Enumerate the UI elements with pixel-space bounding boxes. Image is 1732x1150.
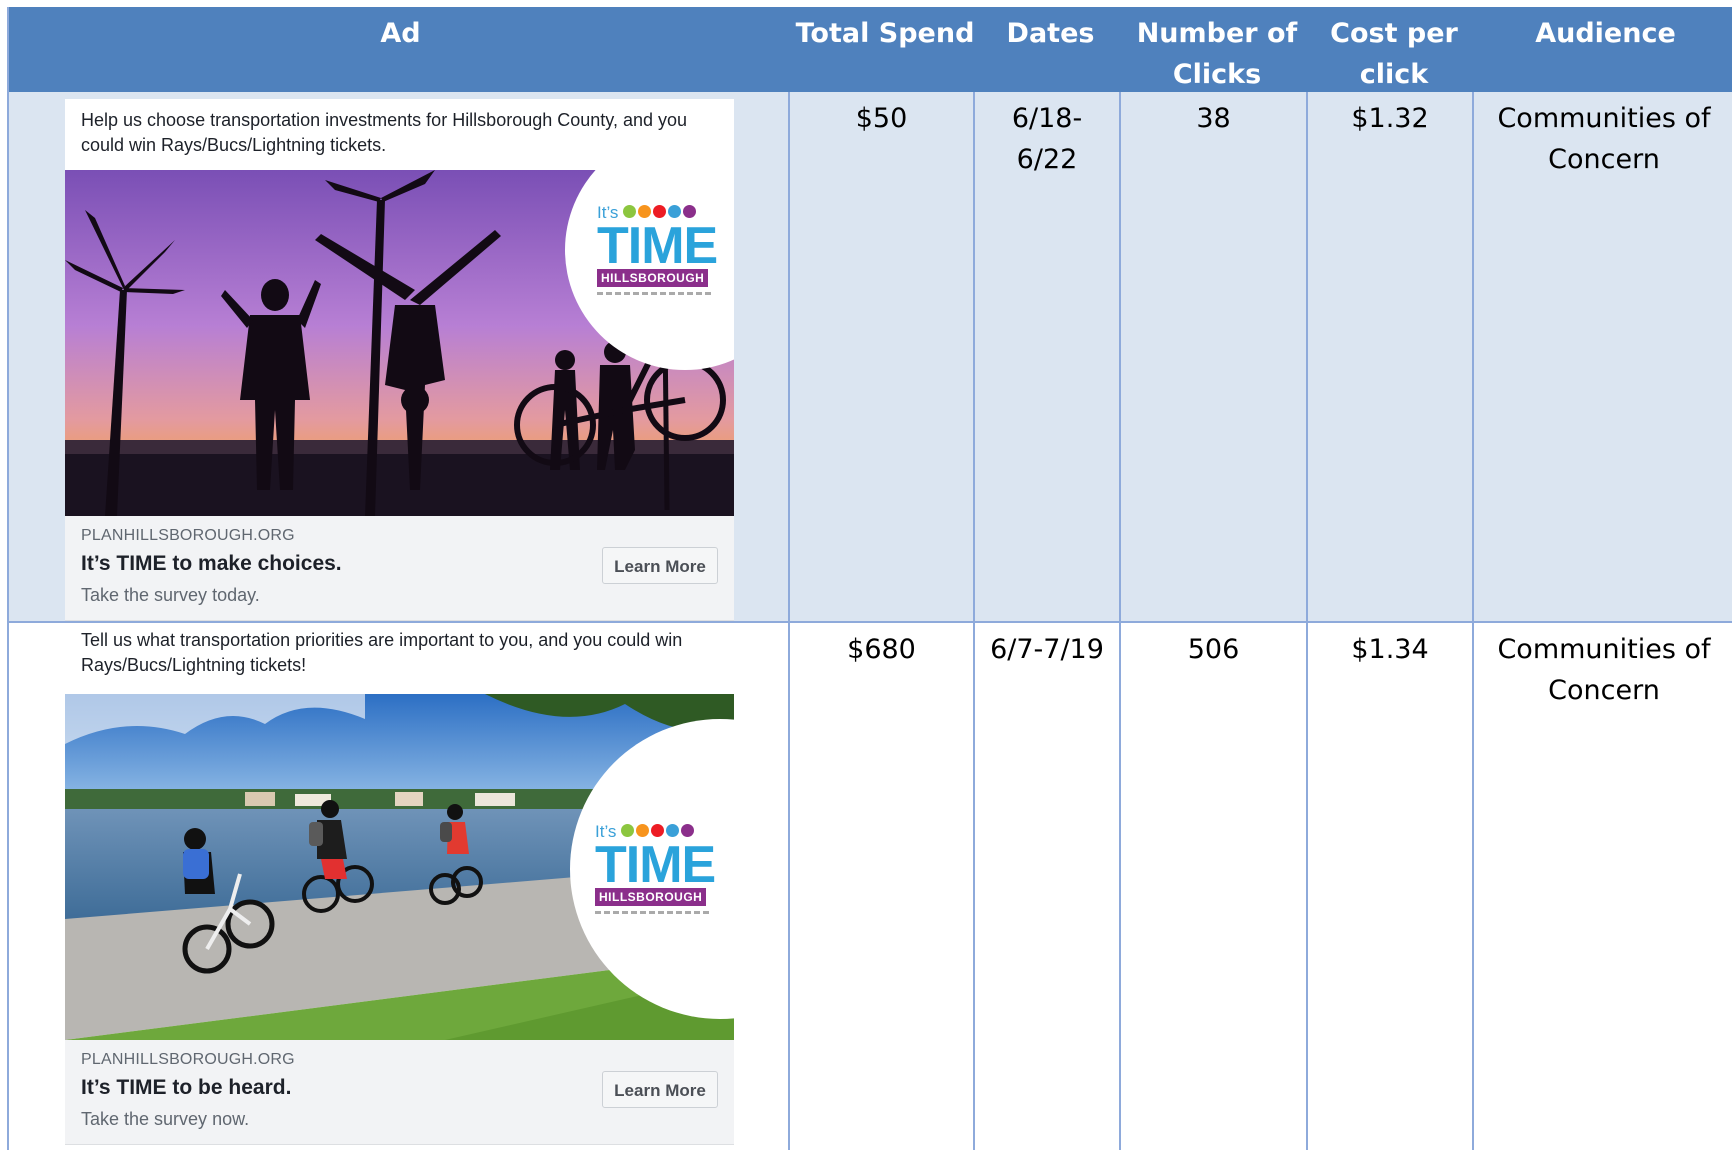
header-cpc-line1: Cost per bbox=[1330, 18, 1458, 49]
learn-more-button[interactable]: Learn More bbox=[602, 1071, 718, 1108]
ad-image-biking[interactable]: It’s TIME HILLSBOROUGH bbox=[65, 694, 734, 1040]
ad-footer: PLANHILLSBOROUGH.ORG It’s TIME to make c… bbox=[65, 516, 734, 621]
dates-cell: 6/18- 6/22 bbox=[975, 92, 1119, 180]
clicks-value: 38 bbox=[1196, 103, 1231, 134]
clicks-value: 506 bbox=[1187, 634, 1240, 665]
clicks-cell: 506 bbox=[1121, 623, 1306, 670]
logo-hillsborough-text: HILLSBOROUGH bbox=[597, 269, 709, 287]
header-audience-label: Audience bbox=[1535, 18, 1676, 49]
total-spend-value: $680 bbox=[847, 634, 916, 665]
header-total-spend: Total Spend bbox=[792, 7, 978, 92]
table-row: Help us choose transportation investment… bbox=[9, 92, 1732, 623]
dates-value-line1: 6/18- bbox=[1011, 103, 1083, 134]
header-ad-label: Ad bbox=[380, 18, 421, 49]
logo-hillsborough-text: HILLSBOROUGH bbox=[595, 888, 707, 906]
ad-image-sunset[interactable]: It’s TIME HILLSBOROUGH bbox=[65, 170, 734, 516]
ad-results-table: Ad Total Spend Dates Number of Clicks Co… bbox=[7, 7, 1732, 1150]
header-dates-label: Dates bbox=[1006, 18, 1095, 49]
cost-per-click-value: $1.32 bbox=[1351, 103, 1429, 134]
cost-per-click-value: $1.34 bbox=[1351, 634, 1429, 665]
ad-body-line1: Tell us what transportation priorities a… bbox=[81, 630, 683, 650]
table-header: Ad Total Spend Dates Number of Clicks Co… bbox=[9, 7, 1732, 92]
header-clicks: Number of Clicks bbox=[1123, 7, 1311, 92]
header-cpc-line2: click bbox=[1359, 59, 1429, 90]
header-clicks-line2: Clicks bbox=[1172, 59, 1262, 90]
ad-body-text: Tell us what transportation priorities a… bbox=[65, 623, 734, 694]
audience-value-line2: Concern bbox=[1548, 144, 1660, 175]
header-ad: Ad bbox=[9, 7, 792, 92]
ad-body-line2: could win Rays/Bucs/Lightning tickets. bbox=[81, 135, 387, 155]
audience-cell: Communities of Concern bbox=[1474, 623, 1732, 711]
audience-cell: Communities of Concern bbox=[1474, 92, 1732, 180]
header-dates: Dates bbox=[978, 7, 1123, 92]
logo-time-text: TIME bbox=[595, 836, 716, 894]
total-spend-cell: $680 bbox=[790, 623, 973, 670]
its-time-hillsborough-logo: It’s TIME HILLSBOROUGH bbox=[597, 203, 718, 295]
header-audience: Audience bbox=[1477, 7, 1732, 92]
total-spend-cell: $50 bbox=[790, 92, 973, 139]
its-time-hillsborough-logo: It’s TIME HILLSBOROUGH bbox=[595, 822, 716, 914]
facebook-ad-preview: Tell us what transportation priorities a… bbox=[65, 623, 734, 1150]
dates-value-line1: 6/7-7/19 bbox=[990, 634, 1104, 665]
ad-body-text: Help us choose transportation investment… bbox=[65, 99, 734, 170]
cost-per-click-cell: $1.34 bbox=[1308, 623, 1472, 670]
ad-body-line2: Rays/Bucs/Lightning tickets! bbox=[81, 655, 307, 675]
header-clicks-line1: Number of bbox=[1136, 18, 1298, 49]
ad-domain[interactable]: PLANHILLSBOROUGH.ORG bbox=[81, 526, 718, 546]
audience-value-line2: Concern bbox=[1548, 675, 1660, 706]
clicks-cell: 38 bbox=[1121, 92, 1306, 139]
dates-value-line2: 6/22 bbox=[1016, 144, 1078, 175]
ad-description: Take the survey today. bbox=[81, 585, 260, 605]
logo-time-text: TIME bbox=[597, 217, 718, 275]
audience-value-line1: Communities of bbox=[1497, 634, 1711, 665]
cost-per-click-cell: $1.32 bbox=[1308, 92, 1472, 139]
ad-footer: PLANHILLSBOROUGH.ORG It’s TIME to be hea… bbox=[65, 1040, 734, 1145]
ad-description: Take the survey now. bbox=[81, 1109, 250, 1129]
header-total-spend-label: Total Spend bbox=[795, 18, 975, 49]
table-row: Tell us what transportation priorities a… bbox=[9, 623, 1732, 1150]
header-cpc: Cost per click bbox=[1311, 7, 1477, 92]
learn-more-button[interactable]: Learn More bbox=[602, 547, 718, 584]
audience-value-line1: Communities of bbox=[1497, 103, 1711, 134]
dates-cell: 6/7-7/19 bbox=[975, 623, 1119, 670]
total-spend-value: $50 bbox=[855, 103, 908, 134]
ad-domain[interactable]: PLANHILLSBOROUGH.ORG bbox=[81, 1050, 718, 1070]
ad-body-line1: Help us choose transportation investment… bbox=[81, 110, 687, 130]
facebook-ad-preview: Help us choose transportation investment… bbox=[65, 99, 734, 621]
